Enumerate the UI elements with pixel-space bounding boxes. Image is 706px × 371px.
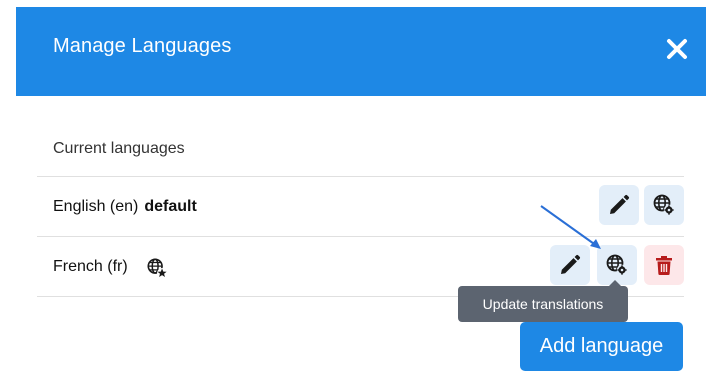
close-icon <box>667 39 687 59</box>
add-language-button[interactable]: Add language <box>520 322 683 371</box>
update-translations-button[interactable] <box>644 185 684 225</box>
close-button[interactable] <box>664 36 690 62</box>
trash-icon <box>656 256 672 275</box>
language-name: French (fr) <box>53 258 128 275</box>
section-label: Current languages <box>53 140 185 157</box>
delete-language-button[interactable] <box>644 245 684 285</box>
language-name: English (en) default <box>53 177 197 236</box>
globe-star-icon <box>147 258 168 279</box>
update-translations-button[interactable] <box>597 245 637 285</box>
language-row-english: English (en) default <box>37 177 684 236</box>
globe-gear-icon <box>606 254 628 276</box>
tooltip: Update translations <box>458 286 628 322</box>
modal-header: Manage Languages <box>16 7 706 96</box>
default-tag: default <box>144 198 197 215</box>
globe-gear-icon <box>653 194 675 216</box>
edit-language-button[interactable] <box>599 185 639 225</box>
modal-title: Manage Languages <box>53 35 232 57</box>
language-name-text: English (en) <box>53 198 139 215</box>
edit-icon <box>561 254 581 274</box>
edit-language-button[interactable] <box>550 245 590 285</box>
edit-icon <box>610 194 630 214</box>
